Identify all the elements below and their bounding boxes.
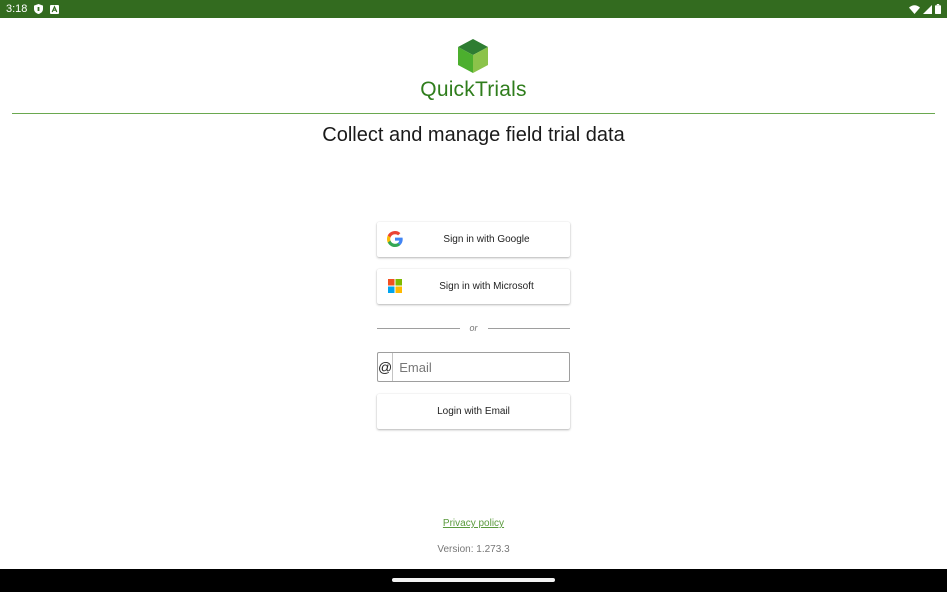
app-notification-icon xyxy=(50,4,60,14)
or-label: or xyxy=(469,323,478,333)
google-sign-in-label: Sign in with Google xyxy=(443,234,530,245)
navigation-bar xyxy=(0,569,947,592)
microsoft-sign-in-label: Sign in with Microsoft xyxy=(439,281,534,292)
microsoft-icon xyxy=(387,278,403,294)
email-input[interactable] xyxy=(393,353,582,381)
google-sign-in-button[interactable]: Sign in with Google xyxy=(377,222,570,257)
privacy-row: Privacy policy xyxy=(0,518,947,529)
status-right xyxy=(909,4,941,14)
status-left: 3:18 xyxy=(6,3,60,15)
google-icon xyxy=(387,231,403,247)
privacy-policy-link[interactable]: Privacy policy xyxy=(443,518,504,529)
shield-icon xyxy=(34,4,44,14)
header-divider xyxy=(12,113,935,114)
home-gesture-handle[interactable] xyxy=(392,578,555,582)
wifi-icon xyxy=(909,4,920,14)
version-text: Version: 1.273.3 xyxy=(437,544,510,555)
battery-icon xyxy=(935,4,941,14)
login-screen: QuickTrials Collect and manage field tri… xyxy=(0,18,947,569)
microsoft-sign-in-button[interactable]: Sign in with Microsoft xyxy=(377,269,570,304)
login-with-email-label: Login with Email xyxy=(437,406,510,417)
email-field-group: @ xyxy=(377,352,582,382)
page-tagline: Collect and manage field trial data xyxy=(322,124,625,146)
at-sign-icon: @ xyxy=(378,353,394,381)
signal-icon xyxy=(923,4,932,14)
or-separator: or xyxy=(377,322,571,334)
login-with-email-button[interactable]: Login with Email xyxy=(377,394,570,429)
or-line-left xyxy=(377,327,460,329)
or-line-right xyxy=(487,327,571,329)
status-time: 3:18 xyxy=(6,3,28,15)
status-bar: 3:18 xyxy=(0,0,947,18)
app-name: QuickTrials xyxy=(420,78,527,101)
cube-logo-icon xyxy=(456,38,490,74)
